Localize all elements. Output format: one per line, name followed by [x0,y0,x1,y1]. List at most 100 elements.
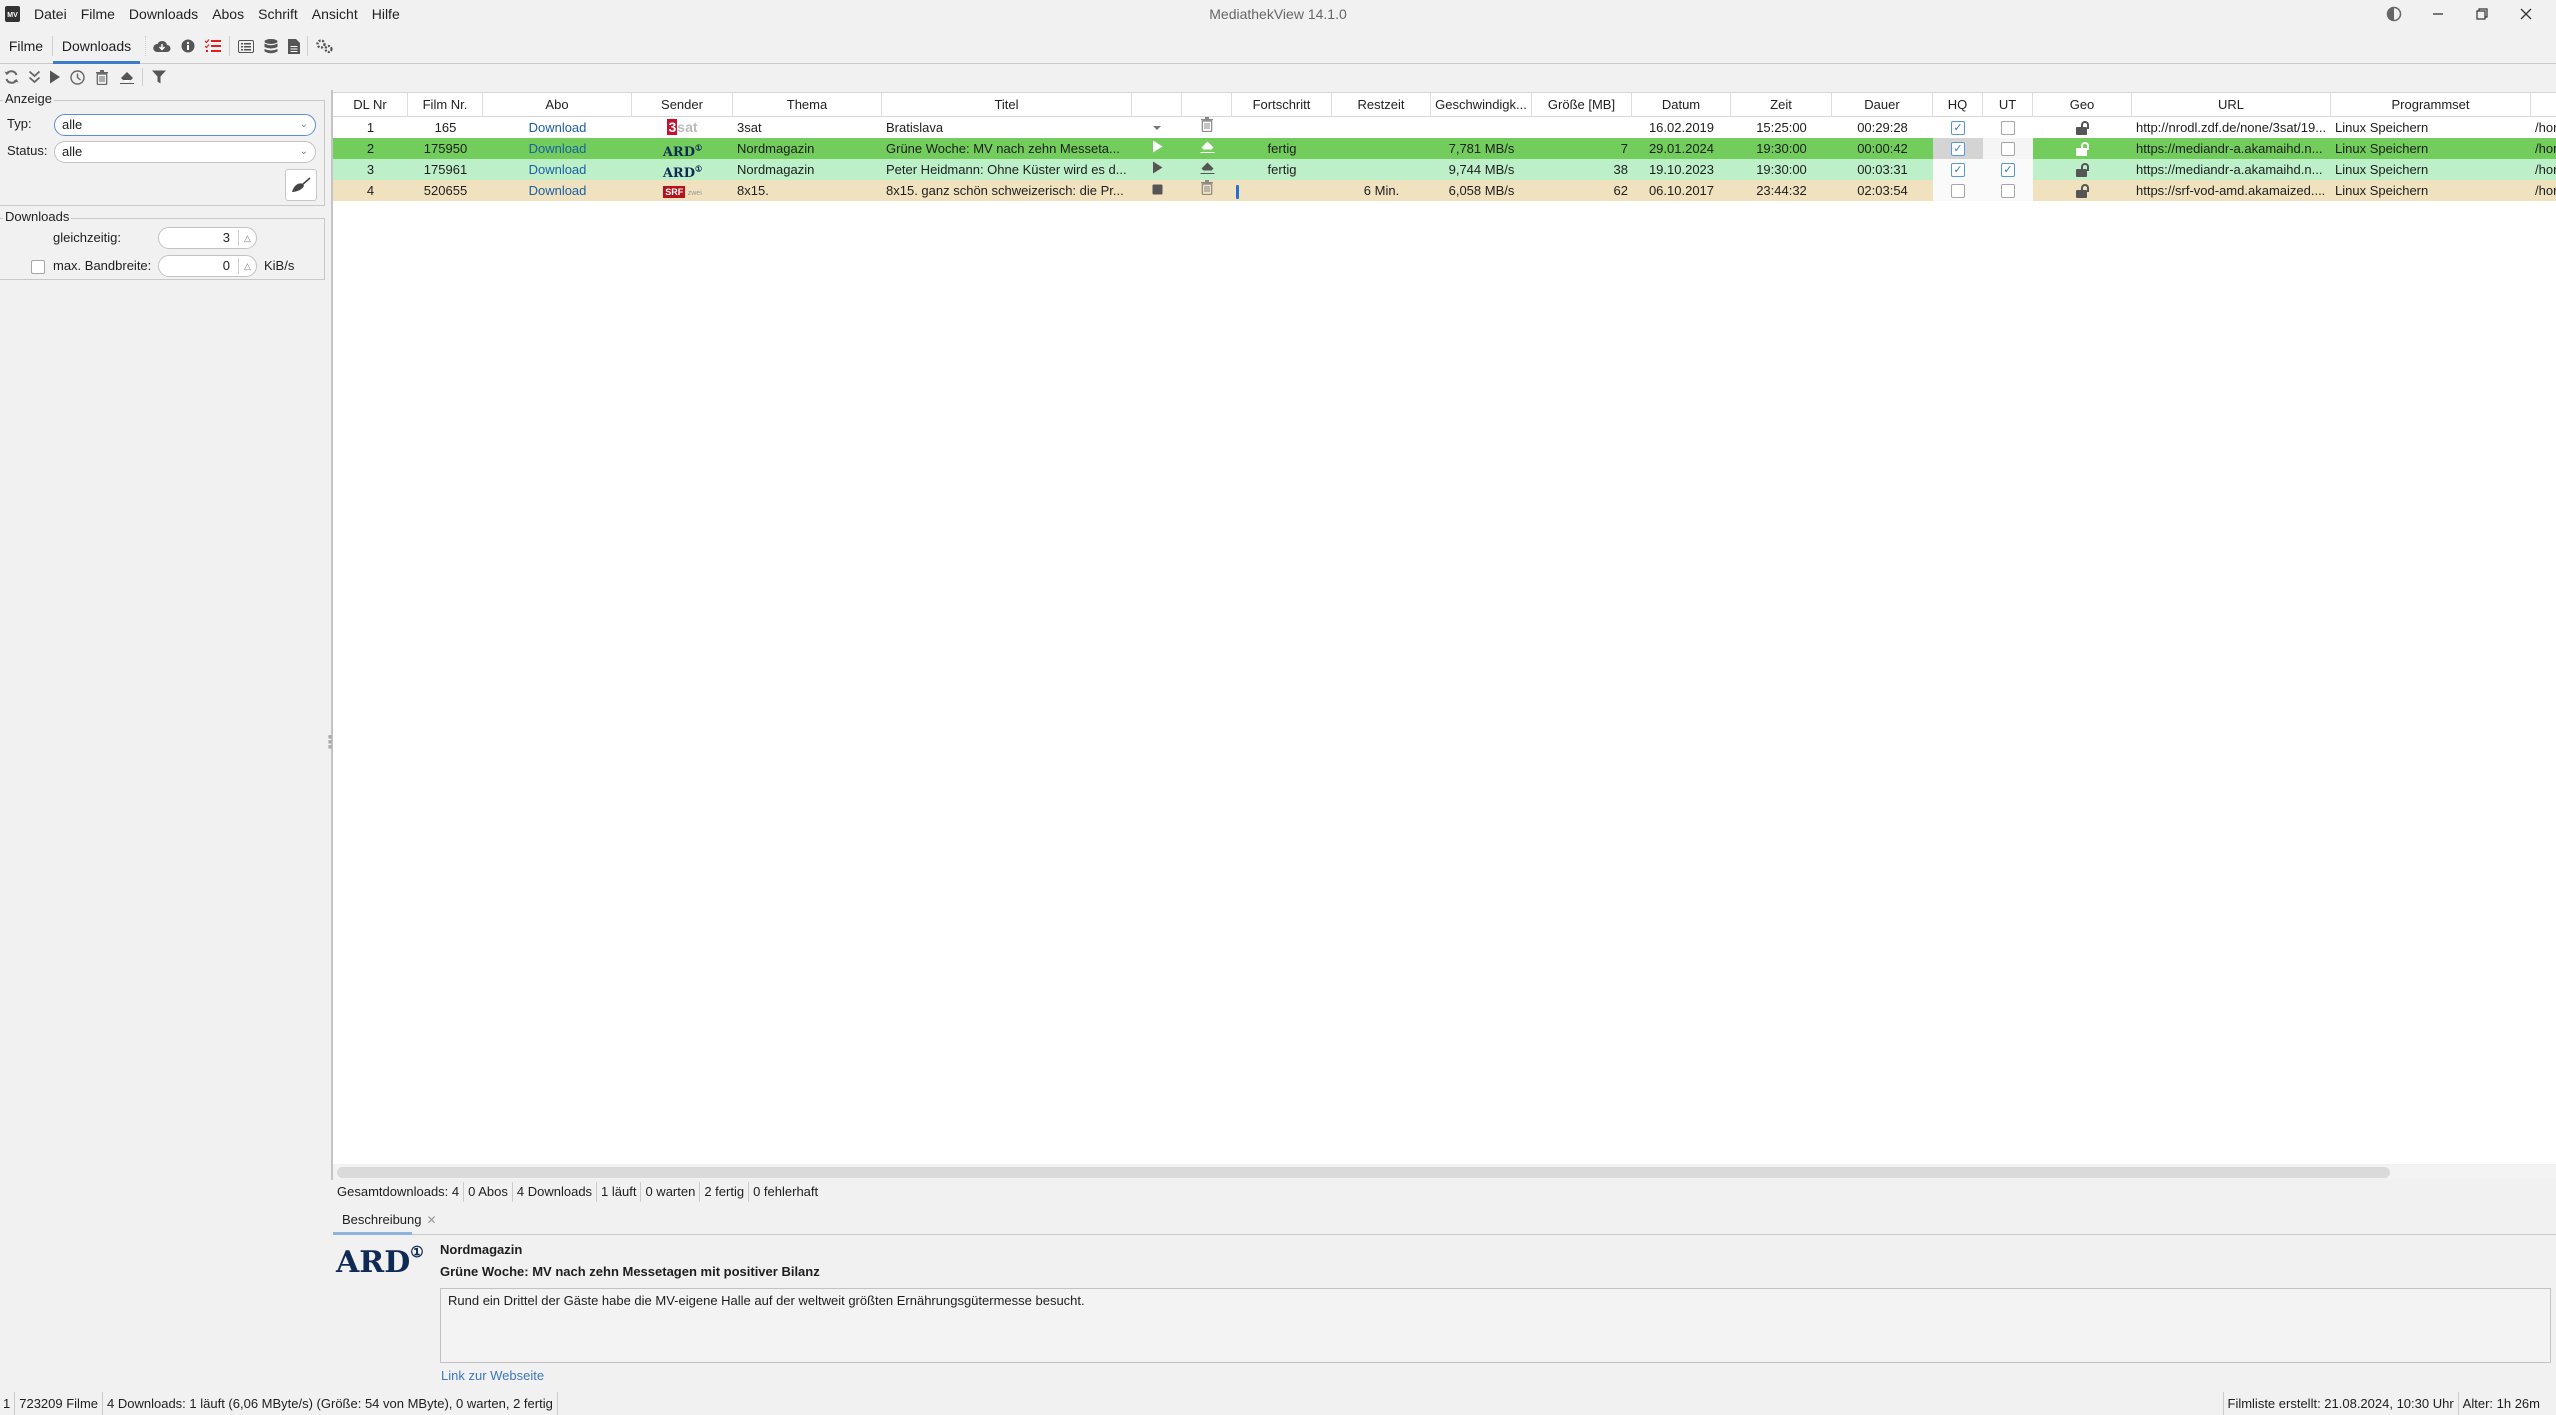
splitter-grip-icon[interactable]: ■ ■ ■ [328,734,332,751]
eraser-icon[interactable] [117,67,137,87]
cell-abo-link[interactable]: Download [483,138,632,159]
scrollbar-thumb[interactable] [337,1167,2390,1178]
menu-hilfe[interactable]: Hilfe [365,0,407,28]
column-header-ziel[interactable] [2531,93,2556,117]
sender-logo-ard: ARD① [662,164,703,180]
column-header-abo[interactable]: Abo [483,93,632,117]
status-select[interactable]: alle ⌄ [54,141,316,163]
description-tab-bar: Beschreibung ✕ [333,1207,2556,1235]
cell-hq: ✓ [1933,138,1983,159]
bandbreite-checkbox[interactable] [31,260,45,274]
info-icon[interactable] [178,36,198,56]
hq-checkbox[interactable]: ✓ [1951,162,1965,177]
tab-downloads[interactable]: Downloads [53,28,140,64]
column-header-url[interactable]: URL [2132,93,2331,117]
theme-toggle-icon[interactable] [2372,0,2416,28]
cell-geschwindigkeit: 6,058 MB/s [1448,183,1515,198]
column-header-remove[interactable] [1182,93,1232,117]
spinner-arrows-icon[interactable]: △ [238,230,256,246]
hq-checkbox[interactable] [1951,183,1965,198]
cell-hq: ✓ [1933,117,1983,138]
table-row[interactable]: 4 520655 Download SRF zwei 8x15. 8x15. ganz s… [333,180,2556,201]
table-row[interactable]: 1 165 Download 3sat 3sat Bratislava 16.02.2019… [333,117,2556,138]
separator [307,36,308,56]
cloud-download-icon[interactable] [152,36,172,56]
bandbreite-spinner[interactable]: 0 △ [158,255,257,277]
cell-abo-link[interactable]: Download [483,117,632,138]
close-icon[interactable] [2504,0,2548,28]
play-icon[interactable] [1132,159,1182,180]
column-header-dl-nr[interactable]: DL Nr [333,93,408,117]
tab-beschreibung[interactable]: Beschreibung ✕ [333,1207,437,1235]
cell-dauer: 00:03:31 [1857,162,1908,177]
eraser-icon[interactable] [1182,138,1232,159]
trash-icon[interactable] [92,67,112,87]
restore-icon[interactable] [2460,0,2504,28]
ut-checkbox[interactable]: ✓ [2001,162,2015,177]
menu-filme[interactable]: Filme [74,0,122,28]
cell-abo-link[interactable]: Download [483,159,632,180]
checklist-icon[interactable] [203,36,223,56]
play-icon[interactable] [1132,138,1182,159]
close-tab-icon[interactable]: ✕ [427,1213,437,1227]
eraser-icon[interactable] [1182,159,1232,180]
cell-abo-link[interactable]: Download [483,180,632,201]
minimize-icon[interactable] [2416,0,2460,28]
hq-checkbox[interactable]: ✓ [1951,120,1965,135]
sender-logo-ard: ARD① [662,143,703,159]
column-header-programmset[interactable]: Programmset [2331,93,2531,117]
cell-restzeit: 6 Min. [1363,183,1400,198]
ut-checkbox[interactable] [2001,141,2015,156]
progress-bar [1236,184,1239,199]
column-header-geo[interactable]: Geo [2033,93,2132,117]
column-header-groesse[interactable]: Größe [MB] [1532,93,1632,117]
column-header-geschwindigkeit[interactable]: Geschwindigk... [1431,93,1532,117]
menu-datei[interactable]: Datei [27,0,74,28]
table-row[interactable]: 3 175961 Download ARD① Nordmagazin Peter Heid… [333,159,2556,180]
column-header-restzeit[interactable]: Restzeit [1332,93,1431,117]
column-header-zeit[interactable]: Zeit [1731,93,1832,117]
hq-checkbox[interactable]: ✓ [1951,141,1965,156]
clock-icon[interactable] [67,67,87,87]
list-view-icon[interactable] [236,36,256,56]
document-icon[interactable] [284,36,304,56]
column-header-hq[interactable]: HQ [1933,93,1983,117]
description-text[interactable]: Rund ein Drittel der Gäste habe die MV-e… [440,1288,2551,1363]
menu-abos[interactable]: Abos [205,0,251,28]
menu-bar: Datei Filme Downloads Abos Schrift Ansic… [27,0,407,28]
menu-schrift[interactable]: Schrift [251,0,305,28]
website-link[interactable]: Link zur Webseite [441,1368,544,1383]
column-header-titel[interactable]: Titel [882,93,1132,117]
trash-icon[interactable] [1182,117,1232,138]
column-header-film-nr[interactable]: Film Nr. [408,93,483,117]
gleichzeitig-spinner[interactable]: 3 △ [158,227,257,249]
ut-checkbox[interactable] [2001,183,2015,198]
download-arrow-icon[interactable] [1132,117,1182,138]
database-icon[interactable] [261,36,281,56]
settings-gears-icon[interactable] [315,36,335,56]
refresh-icon[interactable] [1,67,21,87]
column-header-action[interactable] [1132,93,1182,117]
play-icon[interactable] [45,67,65,87]
column-header-ut[interactable]: UT [1983,93,2033,117]
column-header-fortschritt[interactable]: Fortschritt [1232,93,1332,117]
ut-checkbox[interactable] [2001,120,2015,135]
horizontal-scrollbar[interactable] [335,1165,2556,1179]
cell-programmset: Linux Speichern [2335,183,2429,198]
spinner-arrows-icon[interactable]: △ [238,258,256,274]
tab-filme[interactable]: Filme [0,28,52,64]
column-header-sender[interactable]: Sender [632,93,733,117]
stop-icon[interactable] [1132,180,1182,201]
menu-ansicht[interactable]: Ansicht [305,0,365,28]
trash-icon[interactable] [1182,180,1232,201]
column-header-dauer[interactable]: Dauer [1832,93,1933,117]
download-all-icon[interactable] [24,67,44,87]
typ-select[interactable]: alle ⌄ [54,114,316,136]
column-header-datum[interactable]: Datum [1632,93,1731,117]
column-header-thema[interactable]: Thema [733,93,882,117]
menu-downloads[interactable]: Downloads [122,0,205,28]
table-row[interactable]: 2 175950 Download ARD① Nordmagazin Grüne Woch… [333,138,2556,159]
cell-zeit: 19:30:00 [1756,141,1807,156]
filter-icon[interactable] [149,67,169,87]
clear-filter-button[interactable] [285,169,317,201]
